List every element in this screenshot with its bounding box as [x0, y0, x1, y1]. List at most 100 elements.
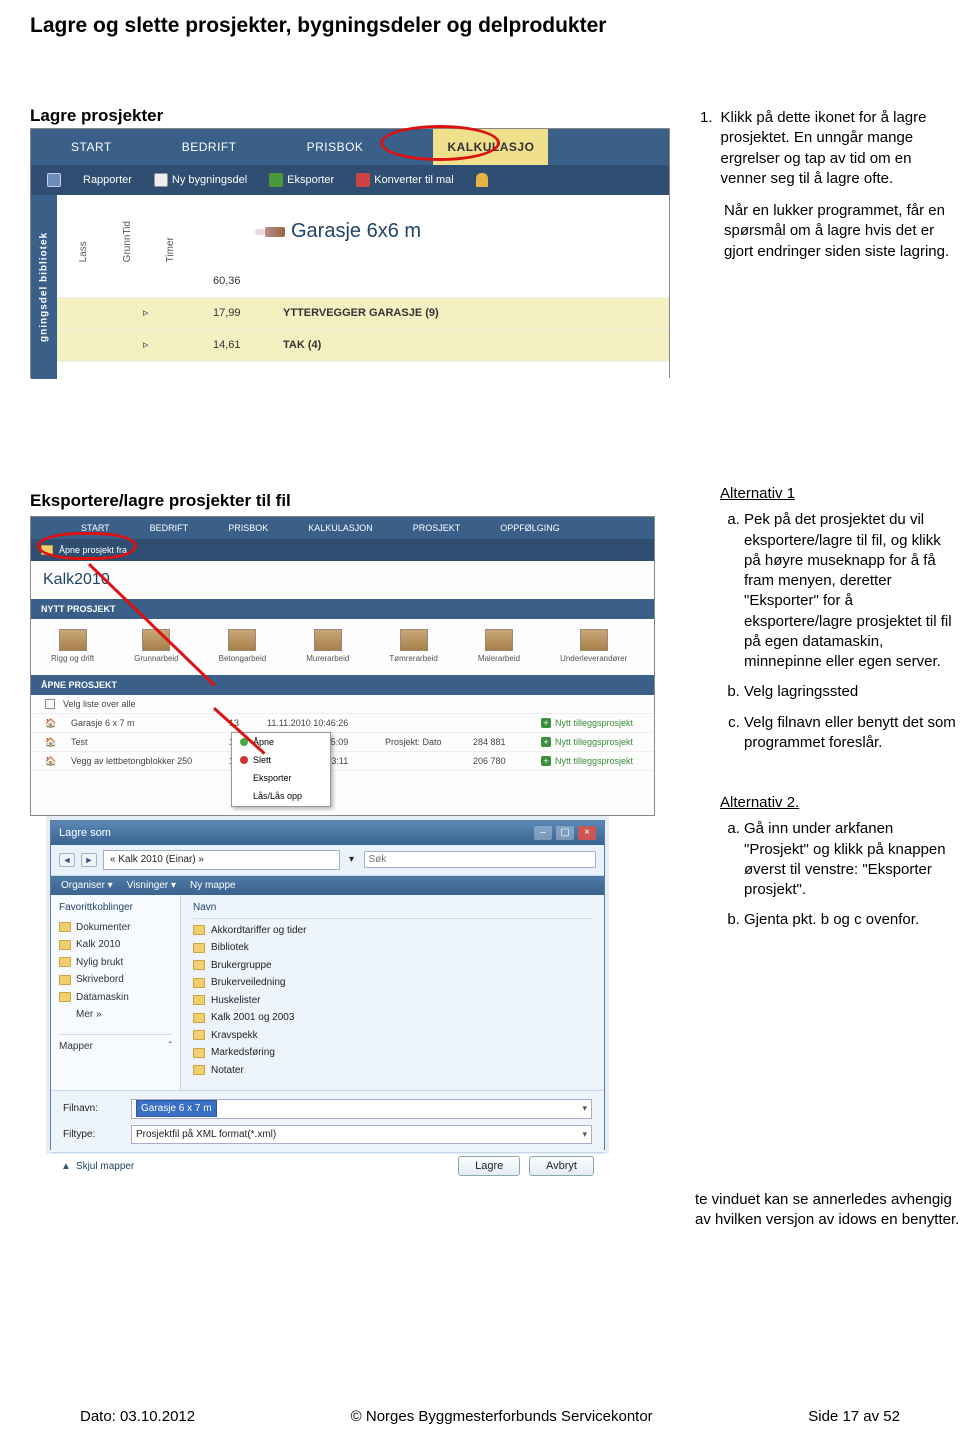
- tab-kalkulasjon[interactable]: KALKULASJON: [308, 522, 373, 534]
- project-title-row: Garasje 6x6 m: [257, 195, 421, 266]
- ctx-delete[interactable]: Slett: [232, 751, 330, 769]
- file-item[interactable]: Huskelister: [193, 992, 592, 1010]
- tab-oppfolging[interactable]: OPPFØLGING: [500, 522, 560, 534]
- open-project-header: ÅPNE PROSJEKT: [31, 675, 654, 695]
- filetype-select[interactable]: Prosjektfil på XML format(*.xml): [131, 1125, 592, 1145]
- tab-start[interactable]: START: [71, 139, 112, 155]
- alt2-heading: Alternativ 2.: [720, 793, 960, 813]
- tab-prosjekt[interactable]: PROSJEKT: [413, 522, 461, 534]
- plus-icon: +: [541, 718, 551, 728]
- fav-item[interactable]: Nylig brukt: [59, 954, 172, 972]
- file-item[interactable]: Brukergruppe: [193, 957, 592, 975]
- file-item[interactable]: Akkordtariffer og tider: [193, 922, 592, 940]
- filetype-label: Filtype:: [63, 1128, 123, 1142]
- hide-folders-toggle[interactable]: ▲Skjul mapper: [61, 1160, 134, 1174]
- col-timer: Timer: [164, 221, 178, 262]
- table-row[interactable]: ▹17,99YTTERVEGGER GARASJE (9): [57, 298, 669, 330]
- instruction-item: Gå inn under arkfanen "Prosjekt" og klik…: [744, 819, 960, 900]
- lock-icon: [476, 173, 488, 187]
- file-item[interactable]: Kravspekk: [193, 1027, 592, 1045]
- back-button[interactable]: ◄: [59, 853, 75, 867]
- list-item[interactable]: 🏠Test 12 11.11.2010 07:45:09 Prosjekt: D…: [31, 733, 654, 752]
- folder-icon: [193, 960, 205, 970]
- folder-icon: [193, 1065, 205, 1075]
- fav-item-more[interactable]: Mer »: [59, 1006, 172, 1024]
- tab-prisbok[interactable]: PRISBOK: [228, 522, 268, 534]
- screenshot-save-dialog: Lagre som – ▢ × ◄ ► « Kalk 2010 (Einar) …: [50, 820, 605, 1150]
- fav-item[interactable]: Datamaskin: [59, 989, 172, 1007]
- column-header-name[interactable]: Navn: [193, 901, 592, 919]
- file-item[interactable]: Bibliotek: [193, 939, 592, 957]
- save-button[interactable]: Lagre: [458, 1156, 520, 1176]
- list-item[interactable]: 🏠Garasje 6 x 7 m 13 11.11.2010 10:46:26 …: [31, 714, 654, 733]
- footer-date: Dato: 03.10.2012: [80, 1407, 195, 1427]
- category-item[interactable]: Betongarbeid: [219, 629, 267, 665]
- rapporter-button[interactable]: Rapporter: [77, 173, 138, 188]
- category-item[interactable]: Malerarbeid: [478, 629, 520, 665]
- tab-prisbok[interactable]: PRISBOK: [307, 139, 364, 155]
- section-heading-export-projects: Eksportere/lagre prosjekter til fil: [30, 490, 291, 513]
- fav-item[interactable]: Dokumenter: [59, 919, 172, 937]
- category-item[interactable]: Rigg og drift: [51, 629, 94, 665]
- disk-icon: [47, 173, 61, 187]
- search-input[interactable]: [364, 851, 597, 868]
- folder-icon: [193, 995, 205, 1005]
- folder-icon: [59, 922, 71, 932]
- alt1-heading: Alternativ 1: [720, 484, 960, 504]
- organize-dropdown[interactable]: Organiser ▾: [61, 879, 113, 893]
- instruction-block-1: 1. Klikk på dette ikonet for å lagre pro…: [700, 108, 960, 262]
- forward-button[interactable]: ►: [81, 853, 97, 867]
- views-dropdown[interactable]: Visninger ▾: [127, 879, 176, 893]
- lock-button[interactable]: [470, 173, 494, 187]
- add-project-button[interactable]: +Nytt tilleggsprosjekt: [541, 736, 633, 748]
- folder-icon: [193, 1030, 205, 1040]
- dialog-titlebar: Lagre som – ▢ ×: [51, 821, 604, 845]
- new-bygningsdel-button[interactable]: Ny bygningsdel: [148, 173, 253, 188]
- brush-icon: [265, 227, 285, 237]
- dialog-title: Lagre som: [59, 826, 111, 841]
- folders-toggle[interactable]: Mapperˆ: [59, 1034, 172, 1056]
- cancel-button[interactable]: Avbryt: [529, 1156, 594, 1176]
- file-item[interactable]: Brukerveiledning: [193, 974, 592, 992]
- checkbox[interactable]: [45, 699, 55, 709]
- tab-bedrift[interactable]: BEDRIFT: [150, 522, 189, 534]
- ctx-export[interactable]: Eksporter: [232, 769, 330, 787]
- list-item[interactable]: 🏠Vegg av lettbetongblokker 250 10 03.11.…: [31, 752, 654, 771]
- category-item[interactable]: Tømrerarbeid: [389, 629, 437, 665]
- col-grunntid: GrunnTid: [121, 221, 135, 262]
- category-item[interactable]: Murerarbeid: [306, 629, 349, 665]
- list-filter-row[interactable]: Velg liste over alle: [31, 695, 654, 714]
- folder-icon: [193, 943, 205, 953]
- maximize-button[interactable]: ▢: [556, 826, 574, 840]
- project-grid: Lass GrunnTid Timer Garasje 6x6 m 60,36 …: [57, 195, 669, 379]
- sidebar-bygningsdel-bibliotek[interactable]: gningsdel bibliotek: [31, 195, 57, 379]
- address-bar: ◄ ► « Kalk 2010 (Einar) » ▾: [51, 845, 604, 876]
- save-button[interactable]: [41, 173, 67, 187]
- add-project-button[interactable]: +Nytt tilleggsprosjekt: [541, 717, 633, 729]
- close-button[interactable]: ×: [578, 826, 596, 840]
- fav-item[interactable]: Skrivebord: [59, 971, 172, 989]
- ctx-lock[interactable]: Lås/Lås opp: [232, 787, 330, 805]
- new-folder-button[interactable]: Ny mappe: [190, 879, 236, 893]
- eksporter-button[interactable]: Eksporter: [263, 173, 340, 188]
- table-row: 60,36: [57, 266, 669, 297]
- template-icon: [356, 173, 370, 187]
- folder-icon: [193, 978, 205, 988]
- convert-template-button[interactable]: Konverter til mal: [350, 173, 459, 188]
- filename-label: Filnavn:: [63, 1102, 123, 1116]
- table-row[interactable]: ▹14,61TAK (4): [57, 330, 669, 362]
- file-item[interactable]: Kalk 2001 og 2003: [193, 1009, 592, 1027]
- file-item[interactable]: Notater: [193, 1062, 592, 1080]
- project-list: Velg liste over alle 🏠Garasje 6 x 7 m 13…: [31, 695, 654, 772]
- new-project-icons: Rigg og drift Grunnarbeid Betongarbeid M…: [31, 619, 654, 675]
- fav-item[interactable]: Kalk 2010: [59, 936, 172, 954]
- add-project-button[interactable]: +Nytt tilleggsprosjekt: [541, 755, 633, 767]
- footer-page-number: Side 17 av 52: [808, 1407, 900, 1427]
- breadcrumb-path[interactable]: « Kalk 2010 (Einar) »: [103, 850, 340, 870]
- filename-input[interactable]: Garasje 6 x 7 m: [131, 1099, 592, 1119]
- category-item[interactable]: Underleverandører: [560, 629, 627, 665]
- tab-bedrift[interactable]: BEDRIFT: [182, 139, 237, 155]
- file-item[interactable]: Markedsføring: [193, 1044, 592, 1062]
- minimize-button[interactable]: –: [534, 826, 552, 840]
- folder-icon: [59, 975, 71, 985]
